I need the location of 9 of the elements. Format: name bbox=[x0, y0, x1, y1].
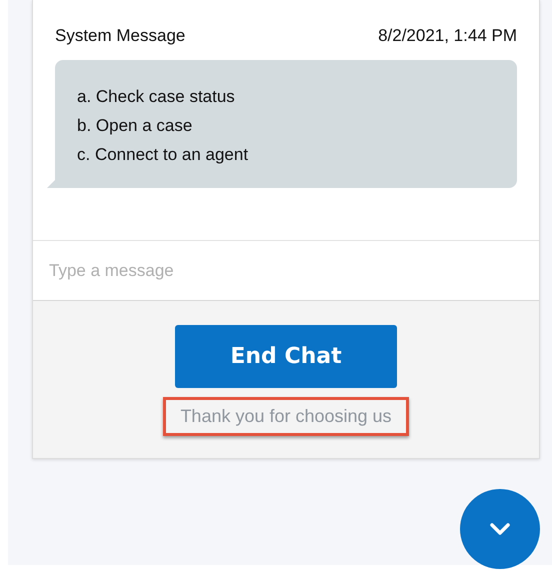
end-chat-button[interactable]: End Chat bbox=[175, 325, 397, 388]
message-input[interactable]: Type a message bbox=[33, 240, 539, 301]
chevron-down-icon bbox=[489, 522, 511, 536]
thank-you-note: Thank you for choosing us bbox=[163, 397, 409, 436]
menu-option: b. Open a case bbox=[77, 111, 495, 140]
menu-option: c. Connect to an agent bbox=[77, 140, 495, 169]
message-time: 8/2/2021, 1:44 PM bbox=[378, 26, 517, 46]
menu-option: a. Check case status bbox=[77, 82, 495, 111]
sender-name: System Message bbox=[55, 26, 186, 46]
